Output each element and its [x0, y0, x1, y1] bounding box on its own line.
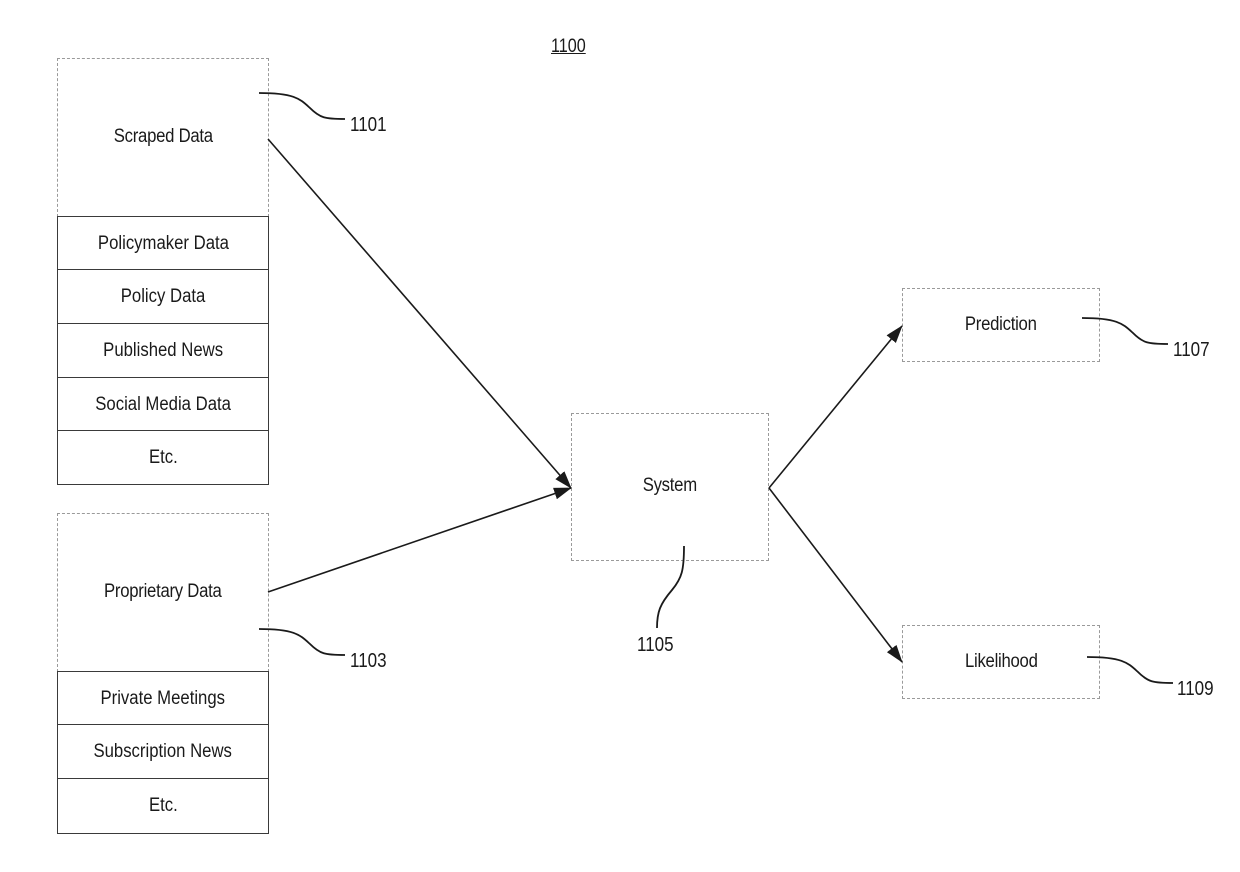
leader-line-1101 — [258, 92, 346, 120]
edge-system-to-prediction — [768, 325, 903, 489]
edge-system-to-likelihood — [768, 487, 903, 663]
leader-line-1107 — [1081, 317, 1169, 345]
ref-1103: 1103 — [350, 650, 387, 672]
diagram-canvas: 1100 Scraped Data Policymaker Data Polic… — [0, 0, 1240, 872]
edge-scraped-to-system — [267, 138, 572, 489]
leader-line-1105 — [656, 545, 685, 629]
edge-proprietary-to-system — [267, 487, 572, 593]
ref-1101: 1101 — [350, 114, 387, 136]
leader-line-1109 — [1086, 656, 1174, 684]
ref-1109: 1109 — [1177, 678, 1214, 700]
connectors-layer — [258, 92, 1174, 684]
ref-1107: 1107 — [1173, 339, 1210, 361]
ref-1105: 1105 — [637, 634, 674, 656]
leader-line-1103 — [258, 628, 346, 656]
